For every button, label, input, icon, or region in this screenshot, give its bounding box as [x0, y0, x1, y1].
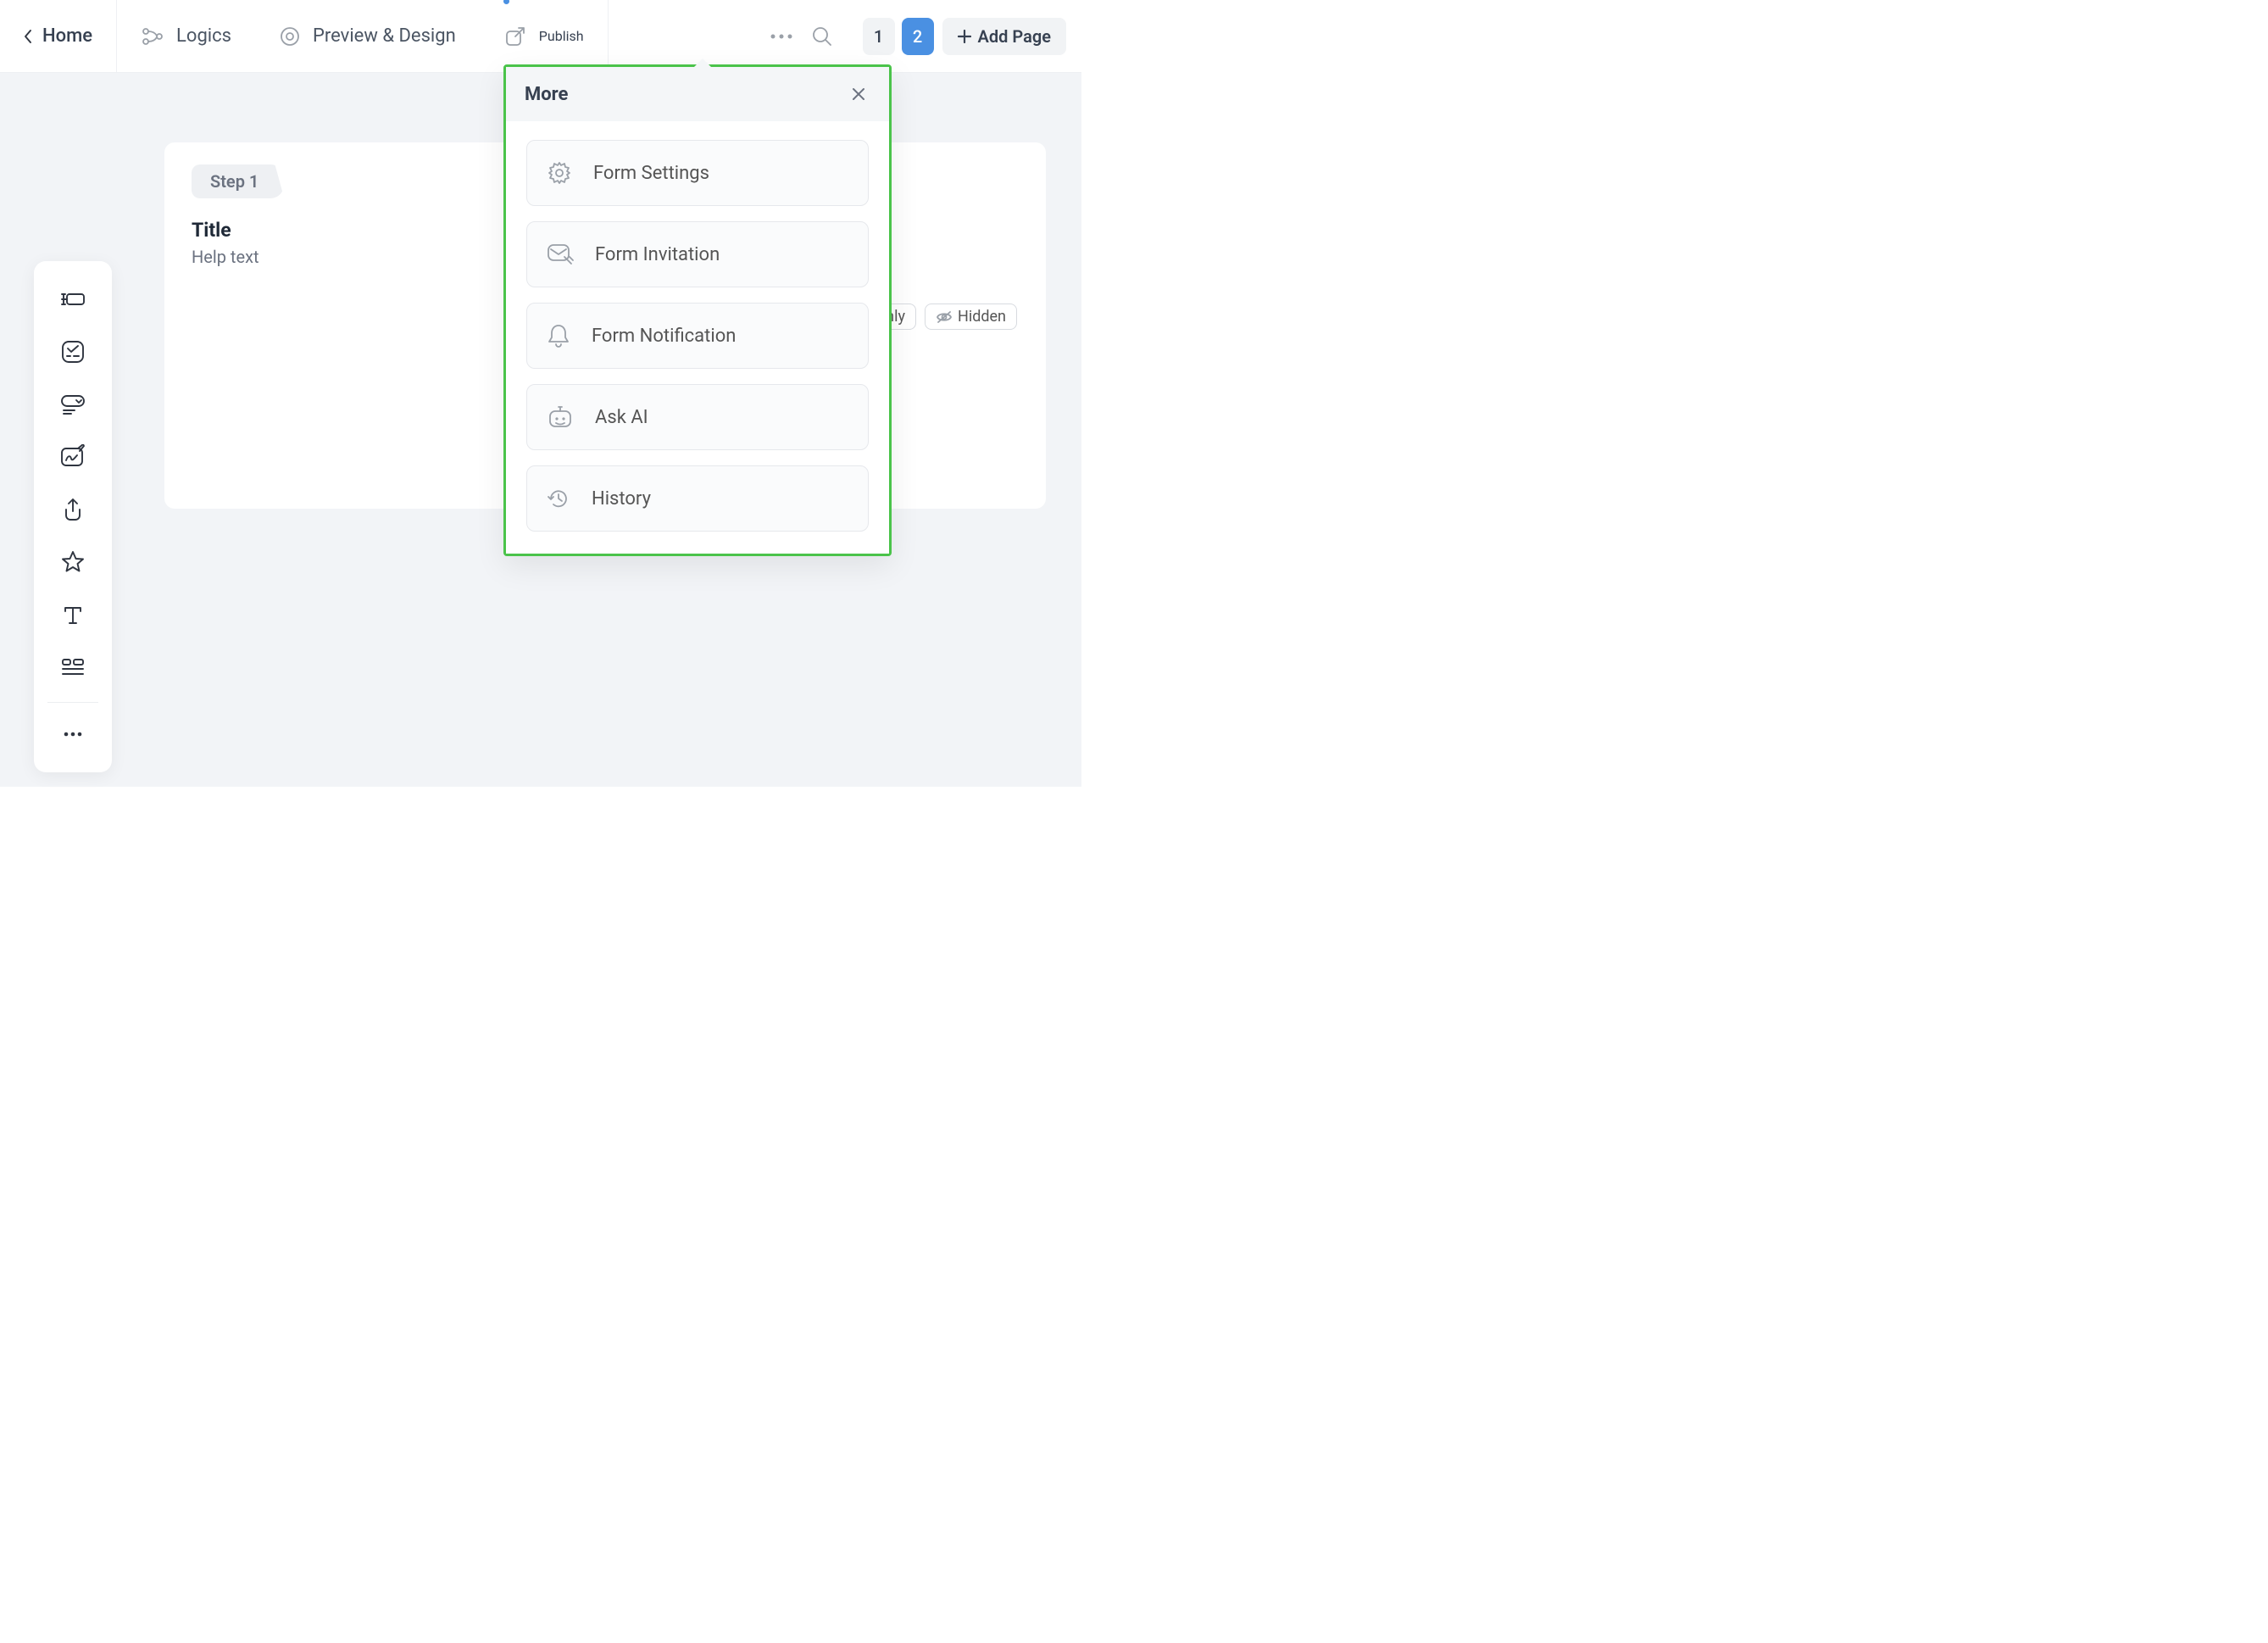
- text-input-icon: [58, 288, 87, 310]
- preview-icon: [279, 25, 301, 47]
- close-icon: [851, 86, 866, 102]
- nav-publish-label: Publish: [539, 28, 584, 44]
- nav-preview-design[interactable]: Preview & Design: [255, 0, 480, 72]
- add-page-label: Add Page: [978, 26, 1051, 47]
- nav-logics[interactable]: Logics: [117, 0, 255, 72]
- step-chip[interactable]: Step 1: [192, 164, 284, 198]
- nav-home-label: Home: [42, 25, 92, 47]
- nav-publish[interactable]: Publish: [480, 0, 609, 72]
- nav-preview-label: Preview & Design: [313, 25, 456, 47]
- page-number-2-label: 2: [913, 26, 922, 47]
- more-item-form-settings[interactable]: Form Settings: [526, 140, 869, 206]
- section-icon: [60, 657, 86, 677]
- plus-icon: [958, 30, 971, 43]
- palette-divider: [47, 702, 98, 703]
- field-tag-hidden-label: Hidden: [958, 308, 1006, 326]
- palette-rating[interactable]: [49, 538, 97, 586]
- more-item-label: Ask AI: [595, 407, 648, 428]
- page-number-1-label: 1: [874, 26, 883, 47]
- mail-edit-icon: [546, 242, 575, 267]
- field-tags: nly Hidden: [875, 304, 1017, 330]
- close-button[interactable]: [847, 82, 870, 106]
- more-panel: More Form Settings Form Invitation: [503, 64, 892, 556]
- checkbox-icon: [60, 339, 86, 365]
- search-button[interactable]: [805, 19, 839, 53]
- palette-signature[interactable]: [49, 433, 97, 481]
- more-item-label: Form Settings: [593, 163, 709, 184]
- more-panel-body: Form Settings Form Invitation Form Notif…: [506, 121, 889, 554]
- dots-horizontal-icon: [63, 731, 83, 738]
- form-title-text: Title: [192, 219, 231, 242]
- more-item-label: Form Notification: [592, 326, 736, 347]
- publish-icon: [503, 25, 527, 48]
- nav-logics-label: Logics: [176, 25, 231, 47]
- more-item-label: History: [592, 488, 651, 510]
- more-panel-caret-icon: [694, 58, 711, 67]
- more-menu-button[interactable]: [764, 19, 798, 53]
- add-page-button[interactable]: Add Page: [942, 18, 1066, 55]
- star-icon: [60, 549, 86, 575]
- palette-checkbox[interactable]: [49, 328, 97, 376]
- publish-dot-icon: [503, 0, 509, 4]
- nav-home[interactable]: Home: [22, 0, 117, 72]
- palette-text-input[interactable]: [49, 276, 97, 323]
- bell-icon: [546, 322, 571, 349]
- page-number-1[interactable]: 1: [863, 18, 895, 55]
- search-icon: [811, 25, 833, 47]
- dots-horizontal-icon: [770, 33, 793, 40]
- logics-icon: [141, 26, 164, 47]
- history-icon: [546, 486, 571, 511]
- element-palette: [34, 261, 112, 772]
- chevron-left-icon: [22, 28, 34, 45]
- palette-section[interactable]: [49, 643, 97, 691]
- eye-off-icon: [936, 310, 953, 324]
- palette-dropdown[interactable]: [49, 381, 97, 428]
- field-tag-hidden[interactable]: Hidden: [925, 304, 1017, 330]
- more-panel-header: More: [506, 67, 889, 121]
- text-icon: [62, 604, 84, 626]
- more-item-label: Form Invitation: [595, 244, 720, 265]
- robot-icon: [546, 404, 575, 430]
- more-item-form-invitation[interactable]: Form Invitation: [526, 221, 869, 287]
- dropdown-icon: [59, 393, 86, 415]
- signature-icon: [59, 444, 86, 470]
- more-panel-title: More: [525, 84, 568, 105]
- more-item-form-notification[interactable]: Form Notification: [526, 303, 869, 369]
- palette-upload[interactable]: [49, 486, 97, 533]
- gear-icon: [546, 159, 573, 187]
- page-number-2[interactable]: 2: [902, 18, 934, 55]
- step-label: Step 1: [210, 171, 258, 192]
- palette-more[interactable]: [49, 710, 97, 758]
- more-item-ask-ai[interactable]: Ask AI: [526, 384, 869, 450]
- upload-icon: [62, 497, 84, 522]
- more-item-history[interactable]: History: [526, 465, 869, 532]
- palette-text[interactable]: [49, 591, 97, 638]
- form-help-text: Help text: [192, 247, 259, 267]
- top-bar: Home Logics Preview & Design Publish: [0, 0, 1081, 73]
